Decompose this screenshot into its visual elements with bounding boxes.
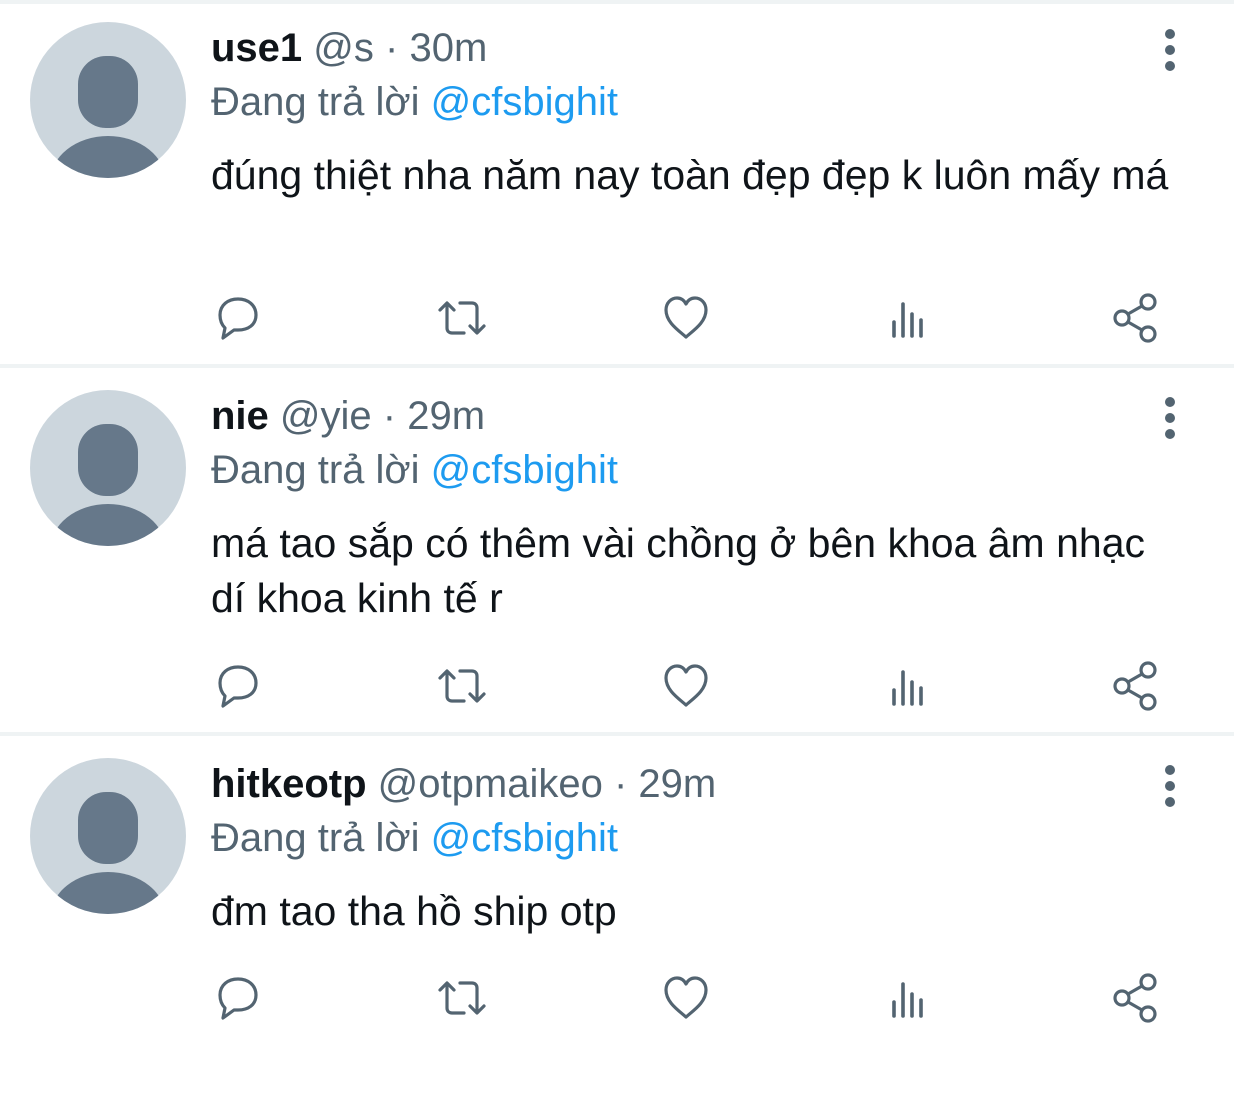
reply-button[interactable] [210,970,266,1026]
default-avatar-icon [50,56,166,178]
stats-button[interactable] [882,290,938,346]
more-options-button[interactable] [1152,764,1188,808]
reply-button[interactable] [210,658,266,714]
display-name[interactable]: nie [211,394,269,438]
avatar[interactable] [30,22,186,178]
tweet-text: má tao sắp có thêm vài chồng ở bên khoa … [211,520,1145,621]
user-handle[interactable]: @s [313,26,374,70]
like-button[interactable] [658,658,714,714]
more-vertical-icon [1165,29,1175,71]
tweet-divider [0,732,1234,736]
heart-icon [664,664,708,707]
reply-icon [218,665,258,708]
replying-to-label: Đang trả lời [211,80,420,124]
user-handle[interactable]: @otpmaikeo [378,762,603,806]
separator: · [613,762,628,806]
avatar[interactable] [30,758,186,914]
default-avatar-icon [50,424,166,546]
heart-icon [664,976,708,1019]
tweet-header: hitkeotp @otpmaikeo · 29m [211,758,716,810]
tweet-card[interactable]: use1 @s · 30m Đang trả lời @cfsbighit đú… [0,4,1234,364]
replying-to: Đang trả lời @cfsbighit [211,444,618,496]
reply-button[interactable] [210,290,266,346]
user-handle[interactable]: @yie [280,394,372,438]
retweet-button[interactable] [434,658,490,714]
more-options-button[interactable] [1152,28,1188,72]
replying-to-label: Đang trả lời [211,448,420,492]
share-icon [1113,293,1157,343]
replying-to-link[interactable]: @cfsbighit [431,816,618,860]
share-icon [1113,661,1157,711]
display-name[interactable]: use1 [211,26,302,70]
avatar[interactable] [30,390,186,546]
stats-icon [892,302,923,338]
replying-to: Đang trả lời @cfsbighit [211,76,618,128]
default-avatar-icon [50,792,166,914]
separator: · [382,394,397,438]
like-button[interactable] [658,970,714,1026]
stats-icon [892,982,923,1018]
timestamp[interactable]: 29m [638,762,716,806]
display-name[interactable]: hitkeotp [211,762,367,806]
action-bar [0,290,1234,346]
retweet-icon [438,301,486,335]
tweet-header: use1 @s · 30m [211,22,487,74]
replying-to: Đang trả lời @cfsbighit [211,812,618,864]
timestamp[interactable]: 29m [407,394,485,438]
tweet-header: nie @yie · 29m [211,390,485,442]
stats-button[interactable] [882,658,938,714]
more-vertical-icon [1165,397,1175,439]
tweet-divider [0,364,1234,368]
replying-to-link[interactable]: @cfsbighit [431,80,618,124]
share-button[interactable] [1108,290,1164,346]
tweet-card[interactable]: nie @yie · 29m Đang trả lời @cfsbighit m… [0,372,1234,732]
retweet-icon [438,669,486,703]
replying-to-label: Đang trả lời [211,816,420,860]
replying-to-link[interactable]: @cfsbighit [431,448,618,492]
tweet-text: đúng thiệt nha năm nay toàn đẹp đẹp k lu… [211,152,1169,198]
tweet-text: đm tao tha hồ ship otp [211,888,617,934]
like-button[interactable] [658,290,714,346]
separator: · [385,26,399,70]
stats-button[interactable] [882,970,938,1026]
share-button[interactable] [1108,970,1164,1026]
reply-icon [218,297,258,340]
stats-icon [892,670,923,706]
retweet-button[interactable] [434,970,490,1026]
retweet-icon [438,981,486,1015]
timestamp[interactable]: 30m [409,26,487,70]
share-icon [1113,973,1157,1023]
heart-icon [664,296,708,339]
reply-icon [218,977,258,1020]
action-bar [0,658,1234,714]
action-bar [0,970,1234,1026]
tweet-card[interactable]: hitkeotp @otpmaikeo · 29m Đang trả lời @… [0,740,1234,1100]
retweet-button[interactable] [434,290,490,346]
more-options-button[interactable] [1152,396,1188,440]
more-vertical-icon [1165,765,1175,807]
share-button[interactable] [1108,658,1164,714]
